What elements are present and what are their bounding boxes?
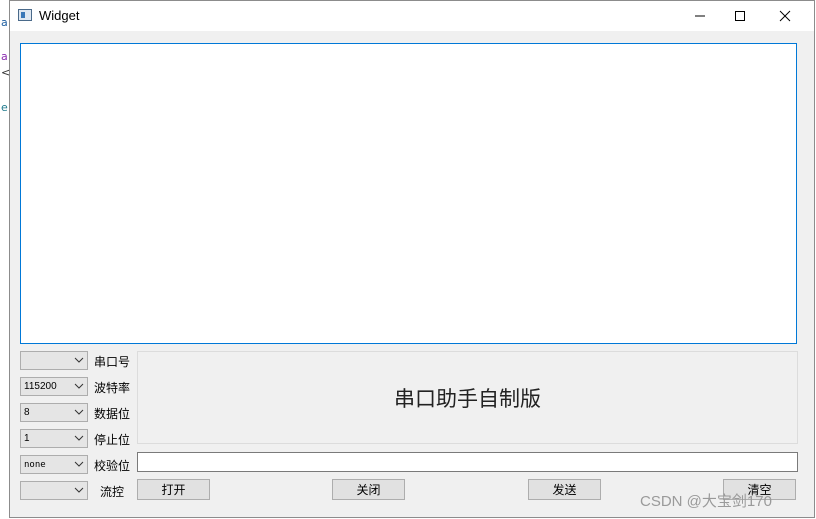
parity-combo[interactable]: none xyxy=(20,455,88,474)
parity-label: 校验位 xyxy=(94,459,131,473)
maximize-icon xyxy=(735,11,745,21)
banner-title: 串口助手自制版 xyxy=(394,386,541,411)
watermark: CSDN @大宝剑170 xyxy=(640,493,772,510)
window-title: Widget xyxy=(39,8,80,23)
open-button[interactable]: 打开 xyxy=(137,479,210,500)
banner-panel: 串口助手自制版 xyxy=(137,351,798,444)
close-window-button[interactable] xyxy=(762,1,808,31)
maximize-button[interactable] xyxy=(717,1,763,31)
chevron-down-icon xyxy=(74,357,84,363)
title-bar[interactable]: Widget xyxy=(10,1,814,31)
baud-rate-value: 115200 xyxy=(24,381,57,392)
data-bits-label: 数据位 xyxy=(94,407,131,421)
widget-window: Widget 串口号 115200 波特率 8 数据位 1 停止位 none 校… xyxy=(9,0,815,518)
chevron-down-icon xyxy=(74,383,84,389)
stop-bits-combo[interactable]: 1 xyxy=(20,429,88,448)
chevron-down-icon xyxy=(74,461,84,467)
editor-char: a xyxy=(1,16,8,29)
chevron-down-icon xyxy=(74,435,84,441)
data-bits-value: 8 xyxy=(24,407,30,418)
close-port-button[interactable]: 关闭 xyxy=(332,479,405,500)
parity-value: none xyxy=(24,460,46,470)
baud-rate-label: 波特率 xyxy=(94,381,131,395)
port-label: 串口号 xyxy=(94,355,131,369)
stop-bits-label: 停止位 xyxy=(94,433,131,447)
chevron-down-icon xyxy=(74,487,84,493)
data-bits-combo[interactable]: 8 xyxy=(20,403,88,422)
editor-char: e xyxy=(1,101,8,114)
flow-control-combo[interactable] xyxy=(20,481,88,500)
app-icon xyxy=(18,9,32,21)
flow-control-label: 流控 xyxy=(100,485,125,499)
send-button[interactable]: 发送 xyxy=(528,479,601,500)
close-icon xyxy=(779,10,791,22)
stop-bits-value: 1 xyxy=(24,433,30,444)
port-combo[interactable] xyxy=(20,351,88,370)
baud-rate-combo[interactable]: 115200 xyxy=(20,377,88,396)
receive-text-area[interactable] xyxy=(20,43,797,344)
minimize-icon xyxy=(695,15,705,17)
editor-char: a xyxy=(1,50,8,63)
chevron-down-icon xyxy=(74,409,84,415)
send-input[interactable] xyxy=(137,452,798,472)
